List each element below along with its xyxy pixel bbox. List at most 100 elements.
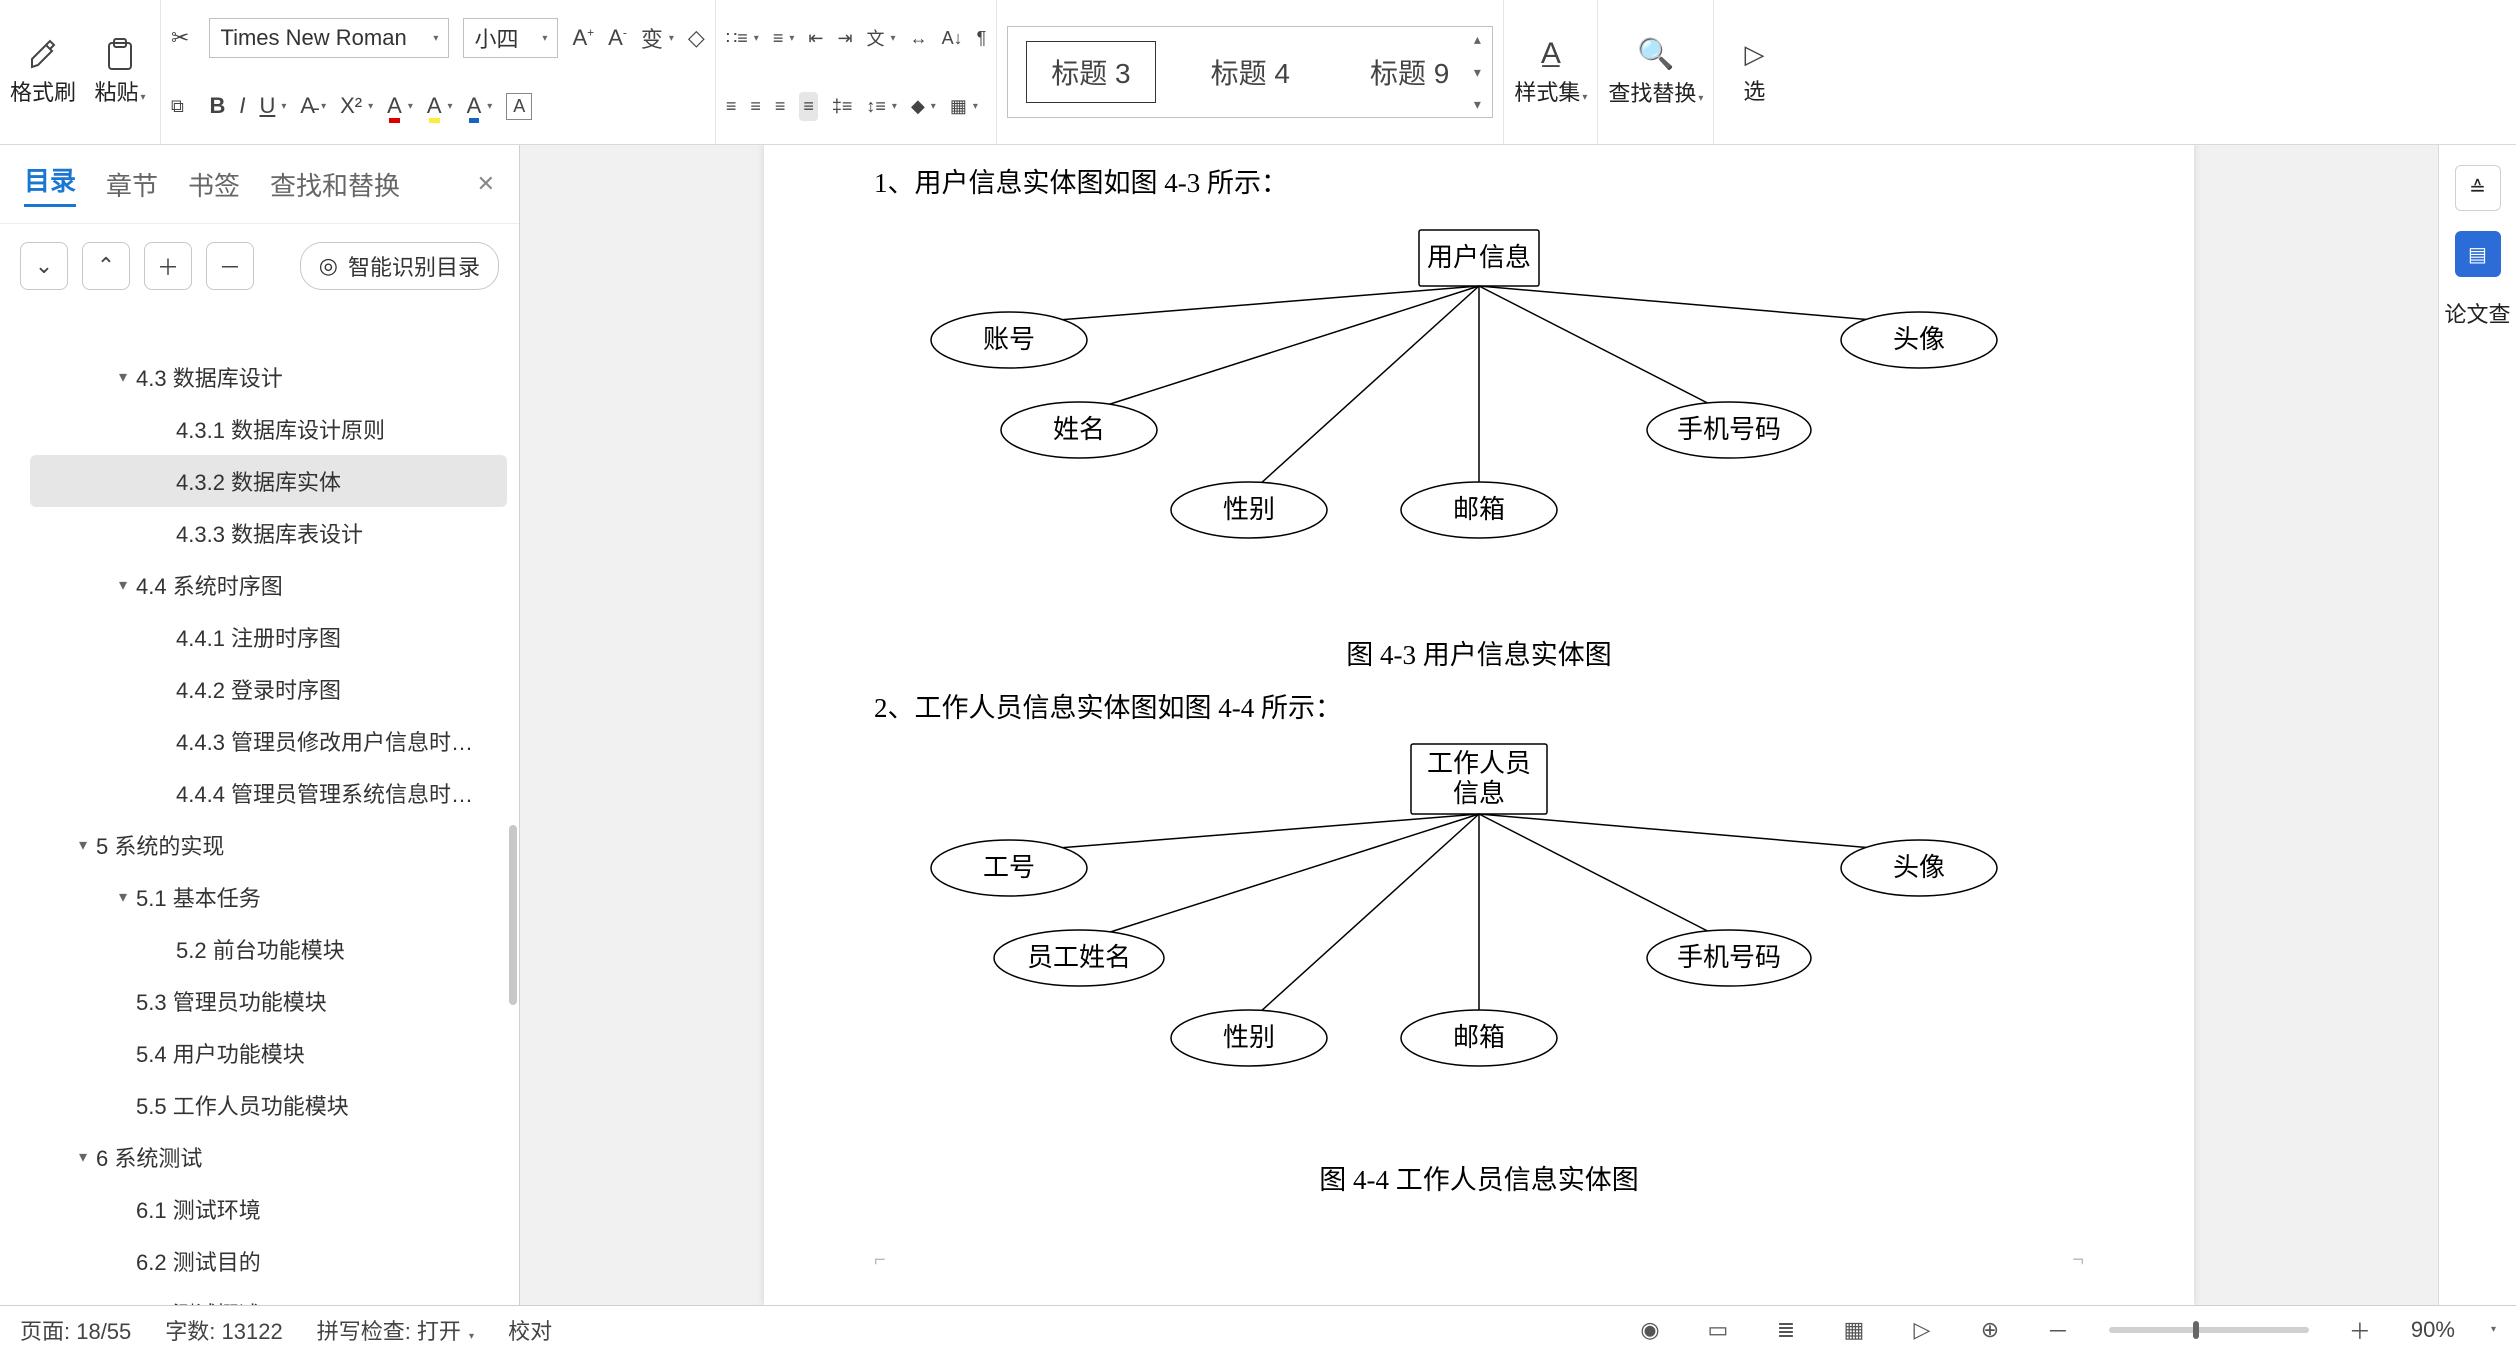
toc-item[interactable]: 5.2 前台功能模块: [30, 923, 507, 975]
view-web-button[interactable]: ▦: [1837, 1313, 1871, 1347]
toc-item[interactable]: 4.3.2 数据库实体: [30, 455, 507, 507]
figure-caption: 图 4-3 用户信息实体图: [874, 631, 2084, 680]
copy-button[interactable]: ⧉: [171, 96, 184, 117]
strike-button[interactable]: A̵▾: [300, 93, 326, 119]
shading-button[interactable]: A▾: [467, 93, 493, 119]
font-name: Times New Roman: [220, 25, 406, 51]
view-play-button[interactable]: ▷: [1905, 1313, 1939, 1347]
grow-font-button[interactable]: A+: [572, 25, 594, 51]
style-heading4[interactable]: 标题 4: [1186, 41, 1315, 103]
remove-heading-button[interactable]: －: [206, 242, 254, 290]
collapse-up-button[interactable]: ⌃: [82, 242, 130, 290]
highlight-button[interactable]: A▾: [427, 93, 453, 119]
toc-item[interactable]: ▾5 系统的实现: [30, 819, 507, 871]
font-family-select[interactable]: Times New Roman▾: [209, 18, 449, 58]
toc-item[interactable]: 4.4.1 注册时序图: [30, 611, 507, 663]
nav-tab-bookmarks[interactable]: 书签: [188, 166, 240, 203]
toc-item[interactable]: 4.3.1 数据库设计原则: [30, 403, 507, 455]
toc-item[interactable]: 4.3.3 数据库表设计: [30, 507, 507, 559]
spell-check-status[interactable]: 拼写检查: 打开 ▾: [317, 1314, 474, 1346]
toc-item[interactable]: ▾4.3 数据库设计: [30, 351, 507, 403]
underline-button[interactable]: U▾: [259, 93, 286, 119]
align-left-button[interactable]: ≡: [726, 96, 737, 117]
toc-item[interactable]: 6.3 测试概述: [30, 1287, 507, 1305]
paste-button[interactable]: 粘贴▾: [90, 37, 150, 107]
superscript-button[interactable]: X²▾: [340, 93, 373, 119]
borders-button[interactable]: ▦▾: [950, 96, 978, 117]
zoom-slider[interactable]: [2109, 1327, 2309, 1333]
line-spacing-button[interactable]: ‡≡: [832, 96, 853, 117]
toc-item[interactable]: 6.2 测试目的: [30, 1235, 507, 1287]
align-right-button[interactable]: ≡: [775, 96, 786, 117]
toc-item[interactable]: ▾5.1 基本任务: [30, 871, 507, 923]
numbering-button[interactable]: ≡▾: [773, 28, 795, 49]
proofing-status[interactable]: 校对: [508, 1314, 552, 1346]
toc-item[interactable]: 4.4.3 管理员修改用户信息时…: [30, 715, 507, 767]
cut-button[interactable]: ✂: [171, 25, 189, 51]
zoom-level[interactable]: 90%: [2411, 1317, 2455, 1343]
style-gallery[interactable]: 标题 3 标题 4 标题 9 ▴▾▾: [1007, 26, 1493, 118]
italic-button[interactable]: I: [239, 93, 245, 119]
char-spacing-button[interactable]: ↔: [910, 28, 928, 49]
styles-icon: A̲: [1541, 37, 1561, 71]
thesis-check-button[interactable]: ▤: [2455, 231, 2501, 277]
bullets-button[interactable]: ∷≡▾: [726, 28, 759, 49]
add-heading-button[interactable]: ＋: [144, 242, 192, 290]
sort-button[interactable]: A↓: [942, 28, 963, 49]
toc-item[interactable]: 6.1 测试环境: [30, 1183, 507, 1235]
style-heading3[interactable]: 标题 3: [1026, 41, 1155, 103]
format-painter-button[interactable]: 格式刷: [10, 37, 76, 107]
indent-inc-button[interactable]: ⇥: [837, 28, 852, 49]
font-size: 小四: [474, 22, 518, 54]
fill-color-button[interactable]: ◆▾: [911, 96, 936, 117]
page-indicator[interactable]: 页面: 18/55: [20, 1314, 131, 1346]
align-justify-button[interactable]: ≡: [799, 92, 818, 121]
gallery-scroll[interactable]: ▴▾▾: [1466, 31, 1488, 113]
word-count[interactable]: 字数: 13122: [165, 1314, 282, 1346]
text-direction-button[interactable]: 文▾: [867, 25, 896, 51]
toc-item[interactable]: 5.3 管理员功能模块: [30, 975, 507, 1027]
font-size-select[interactable]: 小四▾: [463, 18, 558, 58]
phonetic-guide-button[interactable]: 变▾: [641, 22, 674, 54]
show-marks-button[interactable]: ¶: [977, 28, 987, 49]
shrink-font-button[interactable]: A-: [608, 25, 627, 51]
select-button[interactable]: ▷ 选: [1724, 39, 1784, 106]
expand-down-button[interactable]: ⌄: [20, 242, 68, 290]
toc-item[interactable]: 5.5 工作人员功能模块: [30, 1079, 507, 1131]
bold-button[interactable]: B: [209, 93, 225, 119]
view-reading-button[interactable]: ▭: [1701, 1313, 1735, 1347]
chevron-up-icon: ⌃: [97, 253, 115, 279]
char-border-button[interactable]: A: [506, 93, 532, 120]
align-center-button[interactable]: ≡: [750, 96, 761, 117]
er-diagram-user: 用户信息 账号 姓名 性别 邮箱 手机号码 头像: [874, 212, 2084, 612]
toc-item[interactable]: 4.4.2 登录时序图: [30, 663, 507, 715]
nav-pane: 目录 章节 书签 查找和替换 ✕ ⌄ ⌃ ＋ － ◎ 智能识别目录 ▾4.3 数…: [0, 145, 520, 1305]
collapse-rail-button[interactable]: ≙: [2455, 165, 2501, 211]
nav-tab-toc[interactable]: 目录: [24, 161, 76, 207]
svg-text:头像: 头像: [1893, 325, 1945, 354]
view-eye-button[interactable]: ◉: [1633, 1313, 1667, 1347]
toc-item[interactable]: 5.4 用户功能模块: [30, 1027, 507, 1079]
border-icon: ▦: [950, 96, 967, 117]
clear-format-button[interactable]: ◇: [688, 25, 705, 51]
svg-text:工作人员: 工作人员: [1427, 749, 1531, 778]
toc-item[interactable]: ▾4.4 系统时序图: [30, 559, 507, 611]
indent-dec-button[interactable]: ⇤: [808, 28, 823, 49]
zoom-in-button[interactable]: ＋: [2343, 1313, 2377, 1347]
toc-item[interactable]: ▾6 系统测试: [30, 1131, 507, 1183]
nav-tab-chapters[interactable]: 章节: [106, 166, 158, 203]
toc-item[interactable]: 4.4.4 管理员管理系统信息时…: [30, 767, 507, 819]
toc-scrollbar[interactable]: [509, 825, 517, 1005]
style-set-button[interactable]: A̲ 样式集▾: [1514, 37, 1587, 107]
view-outline-button[interactable]: ≣: [1769, 1313, 1803, 1347]
smart-toc-button[interactable]: ◎ 智能识别目录: [300, 242, 499, 290]
paragraph-spacing-button[interactable]: ↕≡▾: [866, 96, 897, 117]
nav-tab-find[interactable]: 查找和替换: [270, 166, 400, 203]
page[interactable]: 1、用户信息实体图如图 4-3 所示： 用户信息 账号 姓名: [764, 145, 2194, 1305]
zoom-out-button[interactable]: －: [2041, 1313, 2075, 1347]
style-heading9[interactable]: 标题 9: [1345, 41, 1474, 103]
font-color-button[interactable]: A▾: [387, 93, 413, 119]
close-icon[interactable]: ✕: [477, 171, 495, 197]
find-replace-button[interactable]: 🔍 查找替换▾: [1608, 37, 1703, 108]
globe-button[interactable]: ⊕: [1973, 1313, 2007, 1347]
